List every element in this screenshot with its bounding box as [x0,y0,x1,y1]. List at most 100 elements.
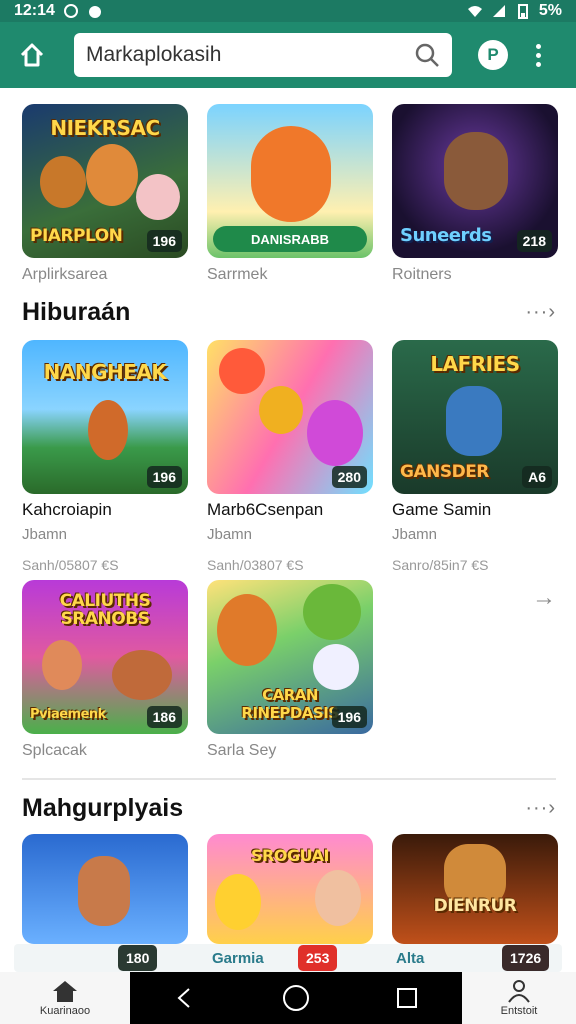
artwork-title: SROGUAI [251,846,329,865]
mascot-image [313,644,359,690]
system-navigation-bar [130,972,462,1024]
info-strip: 180 Garmia 253 Alta 1726 [14,944,562,972]
bear-reading-image [444,132,508,210]
app-developer: Jbamn [22,526,68,543]
app-thumbnail[interactable]: Suneerds 218 [392,104,558,258]
app-card[interactable]: NIEKRSAC PIARPLON 196 Arplirksarea [22,104,188,284]
status-bar: 12:14 5% [0,0,576,22]
app-card[interactable]: NANGHEAK 196 Kahcroiapin Jbamn Sanh/0580… [22,340,188,573]
app-developer: Jbamn [207,526,253,543]
app-thumbnail[interactable]: DANISRABB [207,104,373,258]
notification-icon [63,4,78,18]
profile-icon [508,980,530,1003]
home-outline-icon [20,43,44,67]
artwork-title: DIENRUR [433,896,517,916]
app-card[interactable]: Suneerds 218 Roitners [392,104,558,284]
mascot-image [307,400,363,466]
dot-icon [535,52,541,58]
app-thumbnail[interactable]: NANGHEAK 196 [22,340,188,494]
top-app-row: NIEKRSAC PIARPLON 196 Arplirksarea DANIS… [22,104,558,284]
app-meta: Sanh/05807 €S [22,557,119,573]
rating-badge: 196 [331,706,367,728]
app-thumbnail[interactable]: NIEKRSAC PIARPLON 196 [22,104,188,258]
app-row: SROGUAI DIENRUR [22,834,558,944]
rating-badge: 218 [516,230,552,252]
artwork-title: LAFRIES [430,352,520,376]
rating-badge: 253 [298,945,338,971]
dot-icon [535,43,541,49]
nav-home-button[interactable]: Kuarinaoo [0,972,130,1024]
app-card[interactable]: CALIUTHS SRANOBS Pviaemenk 186 Splcacak [22,580,188,760]
app-caption: Roitners [392,266,452,283]
app-thumbnail[interactable]: CALIUTHS SRANOBS Pviaemenk 186 [22,580,188,734]
app-thumbnail[interactable]: 280 [207,340,373,494]
rating-badge: 196 [146,230,182,252]
nav-profile-button[interactable]: Entstoit [462,972,576,1024]
section-header: Hiburaán ···› [22,298,556,327]
play-store-icon: P [487,45,499,64]
app-name: Marb6Csenpan [207,500,324,519]
rating-badge: 1726 [502,945,550,971]
search-input[interactable] [86,43,414,67]
gummy-bear-image [251,126,331,222]
section-divider [22,778,556,780]
search-icon[interactable] [414,42,440,68]
mascot-image [136,174,180,220]
rating-badge: 186 [146,706,182,728]
character-image [78,856,130,926]
app-meta: Sanh/03807 €S [207,557,304,573]
app-card[interactable]: DIENRUR [392,834,558,944]
recents-icon[interactable] [395,986,419,1010]
mascot-image [303,584,361,640]
strip-label: Alta [396,950,425,967]
battery-level: 5% [538,2,562,19]
mascot-image [86,144,138,206]
rating-badge: A6 [522,466,552,488]
app-card[interactable]: CARAN RINEPDASIS 196 Sarla Sey [207,580,373,760]
rating-badge: 196 [146,466,182,488]
artwork-title: NIEKRSAC [50,116,160,140]
see-more-button[interactable]: ···› [525,301,556,324]
play-store-button[interactable]: P [478,40,508,70]
bottom-navigation: Kuarinaoo Entstoit [0,972,576,1024]
app-name: Kahcroiapin [22,500,112,519]
app-card[interactable]: LAFRIES GANSDER A6 Game Samin Jbamn Sanr… [392,340,558,573]
app-card[interactable]: 280 Marb6Csenpan Jbamn Sanh/03807 €S [207,340,373,573]
app-thumbnail[interactable]: CARAN RINEPDASIS 196 [207,580,373,734]
mascot-image [259,386,303,434]
section-header: Mahgurplyais ···› [22,794,556,823]
app-thumbnail[interactable]: LAFRIES GANSDER A6 [392,340,558,494]
app-card[interactable] [22,834,188,944]
app-row: NANGHEAK 196 Kahcroiapin Jbamn Sanh/0580… [22,340,558,573]
app-thumbnail[interactable] [22,834,188,944]
app-caption: Splcacak [22,742,87,759]
app-notification-icon [88,6,101,18]
home-button[interactable] [10,33,54,77]
mascot-image [215,874,261,930]
mascot-image [219,348,265,394]
app-row: CALIUTHS SRANOBS Pviaemenk 186 Splcacak … [22,580,373,760]
app-caption: Arplirksarea [22,266,108,283]
app-thumbnail[interactable]: SROGUAI [207,834,373,944]
mascot-image [42,640,82,690]
mascot-image [112,650,172,700]
home-circle-icon[interactable] [282,984,310,1012]
app-thumbnail[interactable]: DIENRUR [392,834,558,944]
more-options-button[interactable] [528,35,548,75]
rating-badge: 180 [118,945,158,971]
app-banner: DANISRABB [213,226,367,252]
artwork-title: NANGHEAK [43,360,167,384]
mascot-image [88,400,128,460]
mascot-image [40,156,86,208]
status-time: 12:14 [14,2,55,19]
strip-label: Garmia [212,950,264,967]
app-card[interactable]: SROGUAI [207,834,373,944]
signal-icon [492,5,505,17]
search-bar[interactable] [74,33,452,77]
back-icon[interactable] [173,986,197,1010]
see-more-button[interactable]: ···› [525,797,556,820]
next-arrow-button[interactable]: → [532,584,556,612]
app-card[interactable]: DANISRABB Sarrmek [207,104,373,284]
nav-label: Kuarinaoo [39,1005,91,1017]
app-caption: Sarla Sey [207,742,277,759]
